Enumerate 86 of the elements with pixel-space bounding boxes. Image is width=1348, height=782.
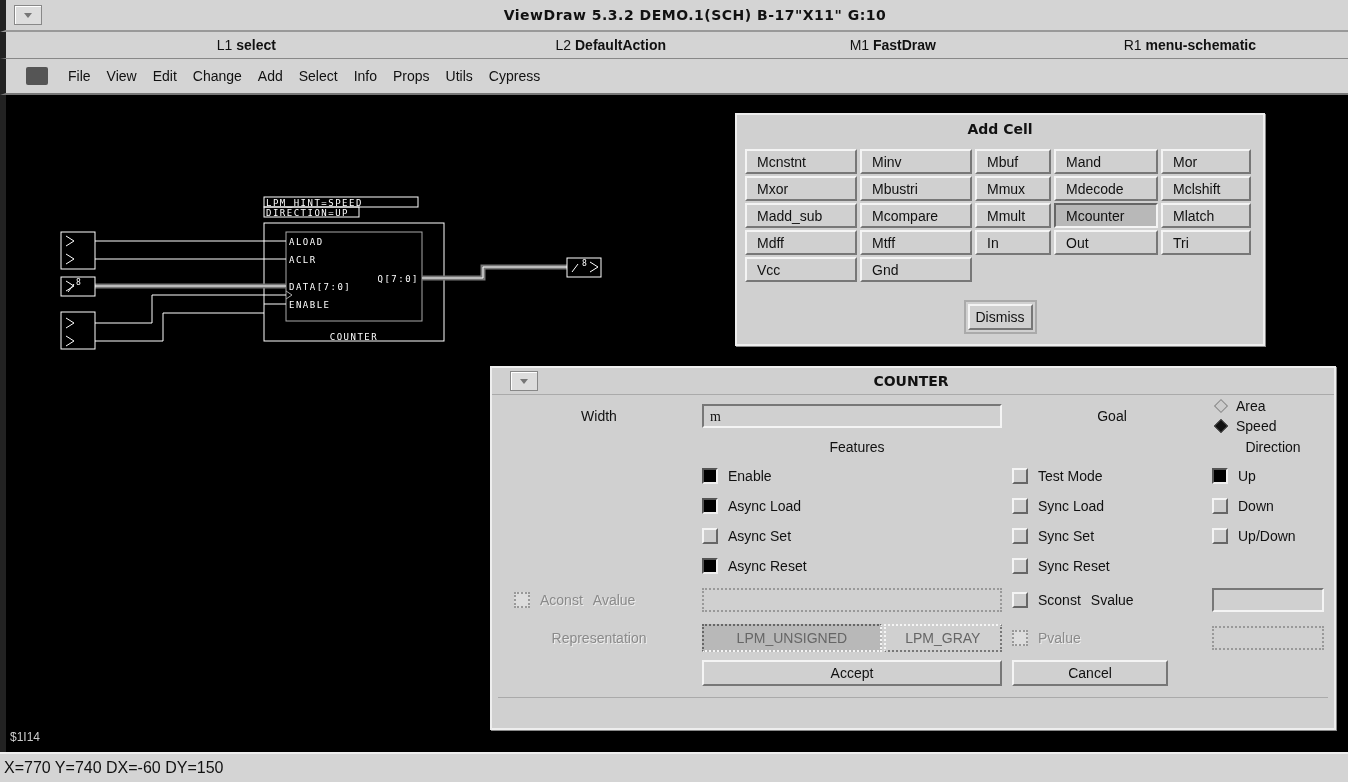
section-label: Features bbox=[828, 439, 886, 455]
window-menu-button[interactable] bbox=[14, 5, 42, 25]
cell-button[interactable]: Mlatch bbox=[1161, 203, 1251, 228]
checkbox-label: Async Reset bbox=[728, 558, 807, 574]
cell-button[interactable]: Mclshift bbox=[1161, 176, 1251, 201]
representation-label: Representation bbox=[550, 630, 648, 646]
accept-button[interactable]: Accept bbox=[702, 660, 1002, 686]
checkbox-label: Sync Set bbox=[1038, 528, 1095, 544]
checkbox-label: Sconst bbox=[1038, 592, 1081, 608]
cell-button[interactable]: Vcc bbox=[745, 257, 857, 282]
menu-item[interactable]: Info bbox=[353, 68, 378, 84]
cell-button[interactable]: Mdff bbox=[745, 230, 857, 255]
menu-item[interactable]: Edit bbox=[152, 68, 177, 84]
attribute-label: DIRECTION=UP bbox=[263, 206, 360, 218]
cell-button[interactable]: Mdecode bbox=[1054, 176, 1158, 201]
checkbox-label: Test Mode bbox=[1038, 468, 1103, 484]
checkbox[interactable] bbox=[1212, 468, 1228, 484]
radio-label: Speed bbox=[1236, 418, 1277, 434]
mouse-binding: L1 select bbox=[215, 37, 276, 53]
cell-button[interactable]: Mcounter bbox=[1054, 203, 1158, 228]
checkbox-label: Async Load bbox=[728, 498, 802, 514]
avalue-field[interactable] bbox=[702, 588, 1002, 612]
checkbox-label: Down bbox=[1238, 498, 1274, 514]
window-title: ViewDraw 5.3.2 DEMO.1(SCH) B-17"X11" G:10 bbox=[502, 7, 888, 23]
cell-button[interactable]: Out bbox=[1054, 230, 1158, 255]
checkbox-label: Async Set bbox=[728, 528, 792, 544]
menu-item[interactable]: Add bbox=[257, 68, 283, 84]
reference-label: $1I14 bbox=[10, 730, 41, 744]
width-field[interactable]: m bbox=[702, 404, 1002, 428]
cell-button[interactable]: Mmult bbox=[975, 203, 1051, 228]
pin-label: ALOAD bbox=[289, 237, 324, 247]
window-menu-button[interactable] bbox=[510, 371, 538, 391]
cell-button[interactable]: Minv bbox=[860, 149, 972, 174]
svalue-field[interactable] bbox=[1212, 588, 1324, 612]
cell-button[interactable]: Mbustri bbox=[860, 176, 972, 201]
cell-button[interactable]: In bbox=[975, 230, 1051, 255]
checkbox[interactable] bbox=[702, 558, 718, 574]
cell-button[interactable]: Mxor bbox=[745, 176, 857, 201]
width-label: Width bbox=[580, 408, 618, 424]
checkbox-label: Up bbox=[1238, 468, 1256, 484]
cancel-button[interactable]: Cancel bbox=[1012, 660, 1168, 686]
cell-button[interactable]: Mor bbox=[1161, 149, 1251, 174]
goal-label: Goal bbox=[1096, 408, 1128, 424]
menu-item[interactable]: Change bbox=[192, 68, 242, 84]
menu-item[interactable]: Cypress bbox=[488, 68, 541, 84]
mouse-binding: M1 FastDraw bbox=[848, 37, 936, 53]
radio-label: Area bbox=[1236, 398, 1266, 414]
menu-item[interactable]: View bbox=[106, 68, 137, 84]
checkbox-label: Sync Load bbox=[1038, 498, 1105, 514]
checkbox-label: Sync Reset bbox=[1038, 558, 1110, 574]
bus-width-label: 8 bbox=[76, 278, 81, 287]
cell-label: COUNTER bbox=[329, 332, 379, 342]
pvalue-field[interactable] bbox=[1212, 626, 1324, 650]
cell-button[interactable]: Gnd bbox=[860, 257, 972, 282]
checkbox-label: Pvalue bbox=[1038, 630, 1081, 646]
field-label: Avalue bbox=[592, 592, 636, 608]
mouse-binding: R1 menu-schematic bbox=[1122, 37, 1256, 53]
cell-button[interactable]: Mcnstnt bbox=[745, 149, 857, 174]
cell-button[interactable]: Mtff bbox=[860, 230, 972, 255]
menu-item[interactable]: Select bbox=[298, 68, 338, 84]
pin-label: DATA[7:0] bbox=[289, 282, 352, 292]
pin-label: ACLR bbox=[289, 255, 317, 265]
pin-label: Q[7:0] bbox=[377, 274, 419, 284]
cell-button[interactable]: Mbuf bbox=[975, 149, 1051, 174]
checkbox-label: Aconst bbox=[540, 592, 583, 608]
representation-button[interactable]: LPM_GRAY bbox=[883, 624, 1002, 652]
pin-label: ENABLE bbox=[289, 300, 331, 310]
checkbox[interactable] bbox=[702, 468, 718, 484]
cell-button[interactable]: Mmux bbox=[975, 176, 1051, 201]
field-label: Svalue bbox=[1090, 592, 1134, 608]
mouse-binding: L2 DefaultAction bbox=[554, 37, 666, 53]
menu-item[interactable]: Props bbox=[393, 68, 430, 84]
cell-button[interactable]: Madd_sub bbox=[745, 203, 857, 228]
cell-button[interactable]: Mcompare bbox=[860, 203, 972, 228]
checkbox-label: Enable bbox=[728, 468, 772, 484]
cell-button[interactable]: Tri bbox=[1161, 230, 1251, 255]
menu-item[interactable]: Utils bbox=[445, 68, 473, 84]
dialog-title: COUNTER bbox=[872, 373, 950, 389]
attribute-label: LPM_HINT=SPEED bbox=[263, 196, 419, 208]
checkbox-label: Up/Down bbox=[1238, 528, 1296, 544]
section-label: Direction bbox=[1244, 439, 1302, 455]
cell-button[interactable]: Mand bbox=[1054, 149, 1158, 174]
menu-item[interactable]: File bbox=[68, 68, 91, 84]
dialog-title: Add Cell bbox=[966, 121, 1034, 137]
checkbox[interactable] bbox=[702, 498, 718, 514]
bus-width-label: 8 bbox=[582, 259, 587, 268]
